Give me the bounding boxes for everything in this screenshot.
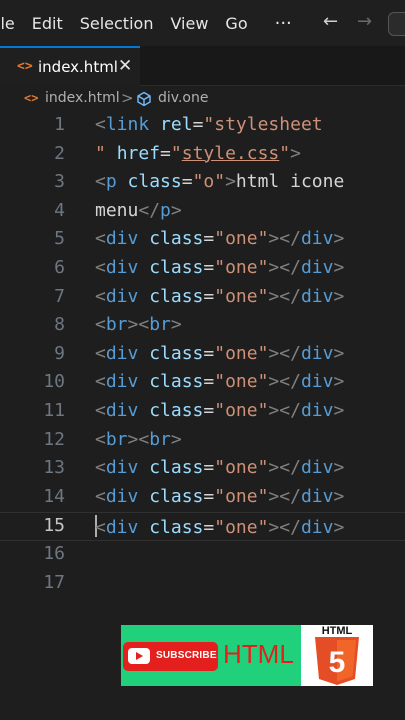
code-line: 7 <div class="one"></div> (0, 284, 405, 313)
code-line: 8 <br><br> (0, 312, 405, 341)
line-number: 12 (43, 428, 65, 450)
tab-label: index.html (38, 58, 118, 76)
code-text: <p class="o">html icone (95, 171, 345, 193)
line-number: 11 (43, 400, 65, 421)
line-number: 15 (43, 515, 65, 537)
html5-logo-title: HTML (321, 625, 353, 637)
line-number: 10 (43, 371, 65, 393)
code-text: <div class="one"></div> (95, 400, 345, 421)
chevron-right-icon: > (121, 89, 134, 107)
tab-index-html[interactable]: <> index.html ✕ (0, 46, 140, 86)
html-file-icon: <> (24, 91, 39, 105)
code-line: 9 <div class="one"></div> (0, 341, 405, 370)
code-text: <div class="one"></div> (95, 485, 345, 507)
line-number: 6 (54, 257, 65, 278)
code-text: <br><br> (95, 428, 182, 450)
code-text: <div class="one"></div> (95, 457, 345, 479)
tab-bar: <> index.html ✕ (0, 46, 405, 86)
line-number: 8 (54, 314, 65, 336)
code-text: <br><br> (95, 314, 182, 336)
code-text: <div class="one"></div> (95, 285, 345, 307)
line-number: 5 (54, 228, 65, 250)
code-line: 1 <link rel="stylesheet (0, 112, 405, 141)
line-number: 13 (43, 457, 65, 479)
code-text: <div class="one"></div> (95, 515, 345, 539)
line-number: 3 (54, 171, 65, 193)
menu-view[interactable]: View (170, 14, 208, 33)
code-line: 6 <div class="one"></div> (0, 255, 405, 284)
breadcrumb-file[interactable]: index.html (45, 90, 120, 106)
subscribe-button[interactable]: SUBSCRIBE (123, 642, 218, 671)
code-text: <div class="one"></div> (95, 228, 345, 250)
code-text: <div class="one"></div> (95, 371, 345, 393)
code-line: 3 <p class="o">html icone (0, 169, 405, 198)
code-text: <div class="one"></div> (95, 257, 345, 278)
line-number: 14 (43, 485, 65, 507)
symbol-element-icon (137, 91, 151, 107)
code-line: 13 <div class="one"></div> (0, 455, 405, 484)
html5-number: 5 (329, 646, 346, 679)
back-arrow-icon[interactable]: ← (323, 11, 338, 32)
promo-banner: SUBSCRIBE HTML HTML 5 (121, 625, 373, 686)
line-number: 9 (54, 342, 65, 364)
code-text: <link rel="stylesheet (95, 114, 323, 135)
html5-logo: HTML 5 (301, 625, 373, 686)
html-file-icon: <> (17, 59, 33, 74)
forward-arrow-icon[interactable]: → (357, 11, 372, 32)
menu-selection[interactable]: Selection (80, 14, 154, 33)
html5-shield-icon: 5 (315, 637, 359, 685)
code-text: menu</p> (95, 199, 182, 221)
code-line: 11 <div class="one"></div> (0, 398, 405, 427)
code-text: " href="style.css"> (95, 142, 301, 164)
code-line: 16 (0, 541, 405, 570)
line-number: 1 (54, 114, 65, 135)
code-line: 5 <div class="one"></div> (0, 226, 405, 255)
more-menu-icon[interactable]: ··· (275, 13, 292, 34)
promo-html-text: HTML (223, 639, 294, 669)
code-line: 4 menu</p> (0, 198, 405, 227)
play-icon (128, 648, 150, 664)
breadcrumb-symbol[interactable]: div.one (158, 90, 208, 106)
code-line: 10 <div class="one"></div> (0, 369, 405, 398)
menu-go[interactable]: Go (225, 14, 247, 33)
menu-edit[interactable]: Edit (32, 14, 63, 33)
menu-file[interactable]: ile (0, 14, 15, 33)
menu-bar: ile Edit Selection View Go ··· (0, 0, 405, 46)
code-line: 14 <div class="one"></div> (0, 484, 405, 513)
close-icon[interactable]: ✕ (118, 56, 132, 76)
line-number: 17 (43, 571, 65, 593)
line-number: 2 (54, 142, 65, 164)
code-editor[interactable]: 1 <link rel="stylesheet 2 " href="style.… (0, 112, 405, 602)
breadcrumb: <> index.html > div.one (0, 86, 405, 112)
line-number: 16 (43, 543, 65, 564)
code-text: <div class="one"></div> (95, 342, 345, 364)
code-line: 17 (0, 570, 405, 599)
code-line: 2 " href="style.css"> (0, 141, 405, 170)
subscribe-label: SUBSCRIBE (156, 650, 217, 661)
command-center-search[interactable] (388, 12, 405, 36)
code-line-current: 15 <div class="one"></div> (0, 512, 405, 541)
line-number: 4 (54, 199, 65, 221)
code-line: 12 <br><br> (0, 427, 405, 456)
line-number: 7 (54, 285, 65, 307)
